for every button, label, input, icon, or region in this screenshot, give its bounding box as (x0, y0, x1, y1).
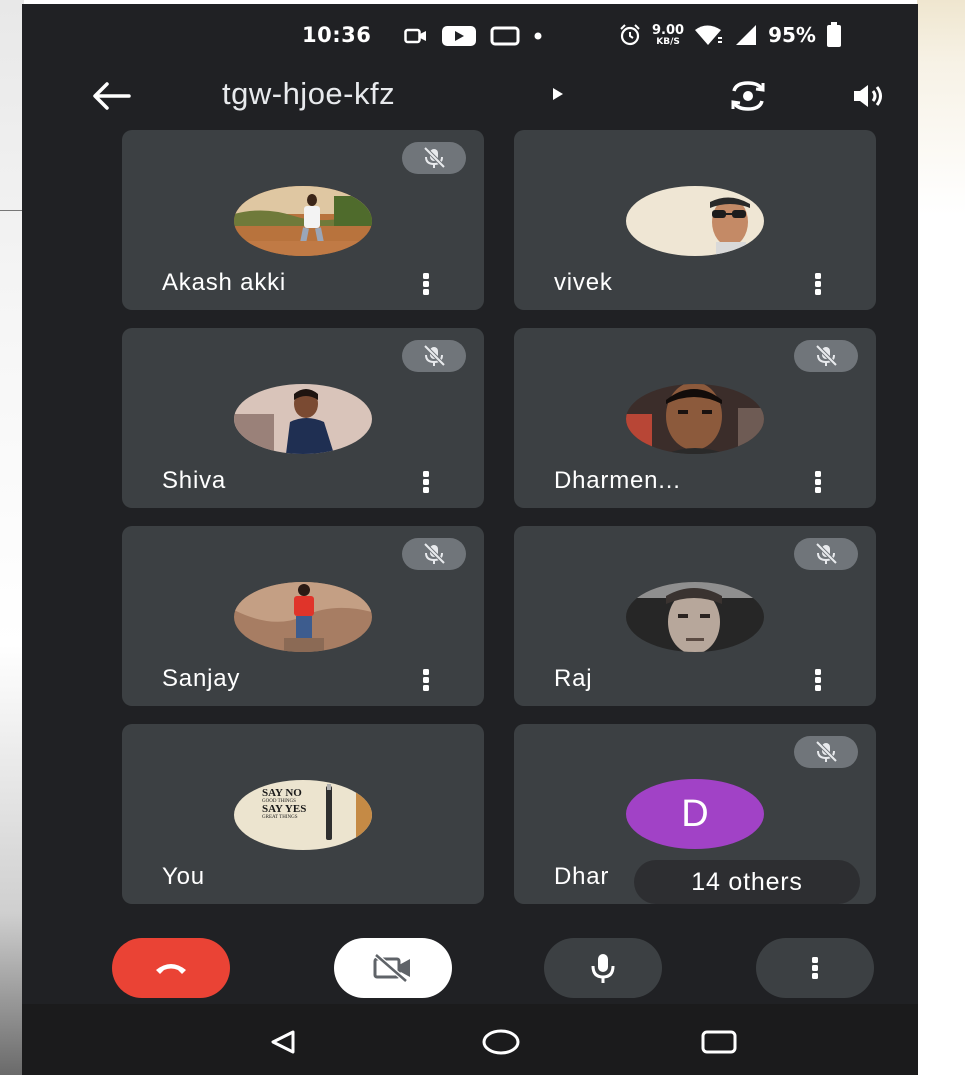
network-speed-unit: KB/S (656, 36, 680, 47)
avatar: SAY NO GOOD THINGS SAY YES GREAT THINGS (234, 780, 372, 850)
participant-options-button[interactable] (414, 470, 438, 494)
mic-off-icon (811, 344, 841, 368)
participant-options-button[interactable] (414, 668, 438, 692)
more-vertical-icon (813, 668, 823, 692)
participant-name: Akash akki (162, 269, 287, 296)
muted-indicator (402, 142, 466, 174)
participant-name: vivek (554, 269, 613, 296)
participant-name: Shiva (162, 467, 227, 494)
participant-tile[interactable]: Raj (514, 526, 876, 706)
participant-options-button[interactable] (806, 272, 830, 296)
nav-back-button[interactable] (258, 1024, 308, 1060)
others-count-button[interactable]: 14 others (634, 860, 860, 904)
back-button[interactable] (88, 76, 134, 116)
nav-recents-icon (701, 1030, 737, 1054)
meeting-title[interactable]: tgw-hjoe-kfz (222, 76, 395, 112)
background-left-edge (0, 0, 24, 1075)
more-options-button[interactable] (756, 938, 874, 998)
play-arrow-icon (553, 88, 563, 100)
system-navigation-bar (22, 1004, 918, 1075)
battery-percent: 95% (768, 23, 816, 47)
nav-home-icon (482, 1029, 520, 1055)
avatar (626, 186, 764, 256)
avatar (626, 582, 764, 652)
more-vertical-icon (421, 470, 431, 494)
participant-name: Raj (554, 665, 593, 692)
mic-off-icon (811, 740, 841, 764)
more-vertical-icon (421, 272, 431, 296)
participant-name: Dharmen... (554, 467, 681, 494)
avatar-letter: D (626, 779, 764, 849)
participant-name: You (162, 863, 205, 890)
muted-indicator (402, 538, 466, 570)
alarm-icon (620, 24, 640, 46)
nav-back-icon (271, 1030, 295, 1054)
participant-options-button[interactable] (806, 668, 830, 692)
avatar (234, 384, 372, 454)
microphone-icon (591, 954, 615, 983)
participant-tile[interactable]: Akash akki (122, 130, 484, 310)
background-right-edge (917, 0, 965, 1075)
end-call-button[interactable] (112, 938, 230, 998)
screen-notification-icon (490, 26, 520, 46)
participant-name: Sanjay (162, 665, 241, 692)
audio-output-button[interactable] (844, 72, 892, 120)
meeting-top-bar: tgw-hjoe-kfz (22, 62, 918, 130)
meeting-details-button[interactable] (546, 82, 570, 106)
switch-camera-icon (731, 81, 765, 111)
more-vertical-icon (810, 956, 820, 980)
avatar (234, 186, 372, 256)
muted-indicator (794, 340, 858, 372)
participant-options-button[interactable] (806, 470, 830, 494)
muted-indicator (794, 538, 858, 570)
battery-icon (826, 22, 841, 47)
status-time: 10:36 (302, 23, 372, 47)
nav-home-button[interactable] (476, 1024, 526, 1060)
switch-camera-button[interactable] (724, 72, 772, 120)
participant-tile[interactable]: Dharmen... (514, 328, 876, 508)
status-notification-icons (404, 24, 542, 48)
video-off-icon (373, 953, 410, 983)
mic-off-icon (419, 542, 449, 566)
cellular-signal-icon (736, 25, 757, 45)
more-vertical-icon (813, 470, 823, 494)
network-speed-value: 9.00 (652, 22, 685, 38)
participant-tile-self[interactable]: SAY NO GOOD THINGS SAY YES GREAT THINGS … (122, 724, 484, 904)
muted-indicator (794, 736, 858, 768)
speaker-icon (854, 85, 882, 107)
mic-off-icon (419, 146, 449, 170)
dot-icon (534, 32, 542, 40)
video-call-notification-icon (404, 28, 426, 44)
more-vertical-icon (813, 272, 823, 296)
participant-tile[interactable]: Shiva (122, 328, 484, 508)
more-vertical-icon (421, 668, 431, 692)
network-speed: 9.00 KB/S (652, 24, 684, 47)
camera-toggle-button[interactable] (334, 938, 452, 998)
participant-tile[interactable]: Sanjay (122, 526, 484, 706)
avatar (234, 582, 372, 652)
status-bar: 10:36 9.00 KB/S 95% (22, 4, 918, 62)
phone-hangup-icon (156, 964, 186, 974)
mic-off-icon (419, 344, 449, 368)
background-line (0, 210, 24, 211)
muted-indicator (402, 340, 466, 372)
status-system-icons: 9.00 KB/S 95% (618, 22, 842, 48)
mic-off-icon (811, 542, 841, 566)
youtube-notification-icon (442, 26, 476, 46)
microphone-toggle-button[interactable] (544, 938, 662, 998)
wifi-icon (695, 25, 723, 45)
arrow-back-icon (93, 82, 131, 110)
avatar (626, 384, 764, 454)
nav-recents-button[interactable] (694, 1024, 744, 1060)
participant-options-button[interactable] (414, 272, 438, 296)
participant-tile[interactable]: vivek (514, 130, 876, 310)
participant-name: Dhar (554, 863, 610, 890)
phone-screen: 10:36 9.00 KB/S 95% tgw-hjoe-kfz Akash a… (22, 4, 918, 1075)
